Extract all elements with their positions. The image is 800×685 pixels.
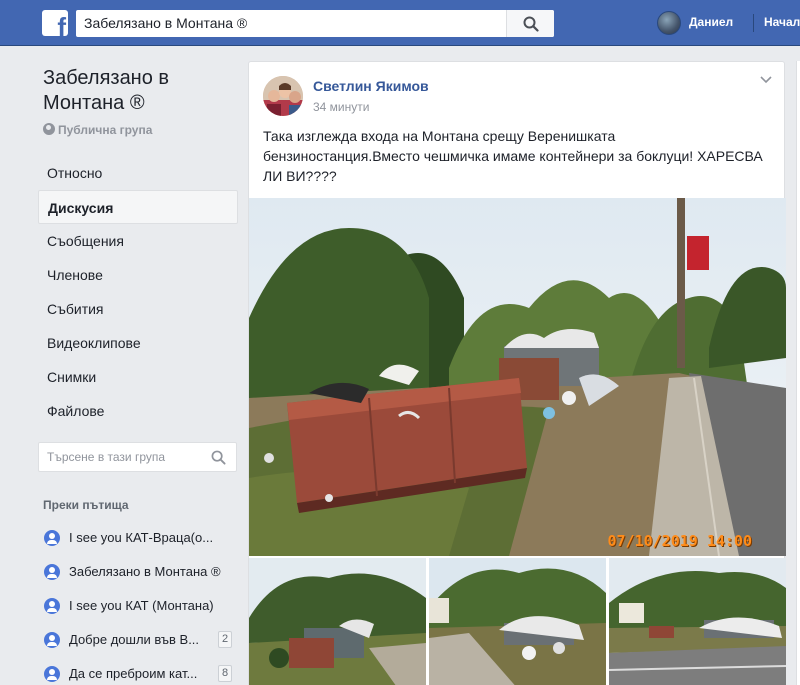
- post-photo-thumbnail[interactable]: [429, 558, 606, 685]
- shortcut-item[interactable]: I see you КАТ-Враца(о...: [38, 522, 238, 556]
- nav-item-discussion[interactable]: Дискусия: [38, 190, 238, 224]
- photo-date-stamp: 07/10/2019 14:00: [607, 532, 753, 550]
- shortcut-item[interactable]: Забелязано в Монтана ®: [38, 556, 238, 590]
- post-author-link[interactable]: Светлин Якимов: [313, 78, 429, 94]
- group-icon: [44, 666, 60, 682]
- group-icon: [44, 530, 60, 546]
- shortcut-label: Забелязано в Монтана ®: [69, 564, 221, 579]
- facebook-logo-icon[interactable]: f: [42, 10, 68, 36]
- author-avatar[interactable]: [263, 76, 303, 116]
- nav-item-files[interactable]: Файлове: [38, 394, 238, 428]
- right-column-edge: [796, 61, 800, 685]
- shortcut-list: I see you КАТ-Враца(о... Забелязано в Мо…: [38, 522, 238, 685]
- group-title[interactable]: Забелязано в Монтана ®: [43, 66, 233, 116]
- nav-item-members[interactable]: Членове: [38, 258, 238, 292]
- group-nav: Относно Дискусия Съобщения Членове Събит…: [38, 156, 238, 428]
- group-privacy-label: Публична група: [58, 123, 153, 137]
- dumpsters-thumbnail-2: [429, 558, 606, 685]
- shortcut-item[interactable]: I see you КАТ (Монтана): [38, 590, 238, 624]
- group-icon: [44, 632, 60, 648]
- dumpsters-thumbnail-1: [249, 558, 426, 685]
- search-icon[interactable]: [211, 450, 226, 465]
- post-card: Светлин Якимов 34 минути Така изглежда в…: [248, 61, 786, 685]
- search-icon: [523, 16, 539, 32]
- group-icon: [44, 598, 60, 614]
- shortcut-label: I see you КАТ (Монтана): [69, 598, 214, 613]
- user-name-link[interactable]: Даниел: [689, 15, 733, 29]
- nav-item-videos[interactable]: Видеоклипове: [38, 326, 238, 360]
- group-search: [38, 442, 237, 472]
- group-search-input[interactable]: [39, 443, 199, 471]
- dumpsters-thumbnail-3: [609, 558, 786, 685]
- shortcut-item[interactable]: Да се преброим кат... 8: [38, 658, 238, 685]
- shortcut-label: I see you КАТ-Враца(о...: [69, 530, 214, 545]
- top-navigation-bar: f Даниел Начало: [0, 0, 800, 46]
- shortcut-label: Да се преброим кат...: [69, 666, 198, 681]
- post-main-photo[interactable]: 07/10/2019 14:00: [249, 198, 786, 556]
- nav-divider: [753, 14, 754, 32]
- post-photo-thumbnail[interactable]: [609, 558, 786, 685]
- shortcuts-header: Преки пътища: [43, 498, 129, 512]
- post-timestamp[interactable]: 34 минути: [313, 100, 369, 114]
- chevron-down-icon[interactable]: [759, 75, 773, 85]
- nav-item-announcements[interactable]: Съобщения: [38, 224, 238, 258]
- global-search-input[interactable]: [76, 10, 506, 37]
- shortcut-item[interactable]: Добре дошли във В... 2: [38, 624, 238, 658]
- user-avatar[interactable]: [657, 11, 681, 35]
- globe-icon: [43, 123, 55, 135]
- author-avatar-image: [263, 76, 303, 116]
- notification-count-badge: 2: [218, 631, 233, 648]
- global-search: [76, 10, 554, 37]
- nav-item-about[interactable]: Относно: [38, 156, 238, 190]
- shortcut-label: Добре дошли във В...: [69, 632, 200, 647]
- group-privacy: Публична група: [43, 123, 152, 137]
- roadside-dumpsters-photo: [249, 198, 786, 556]
- notification-count-badge: 8: [218, 665, 233, 682]
- post-photo-thumbnail[interactable]: [249, 558, 426, 685]
- group-icon: [44, 564, 60, 580]
- nav-item-photos[interactable]: Снимки: [38, 360, 238, 394]
- post-text: Така изглежда входа на Монтана срещу Вер…: [263, 128, 763, 184]
- nav-item-events[interactable]: Събития: [38, 292, 238, 326]
- home-link[interactable]: Начало: [764, 15, 800, 29]
- search-button[interactable]: [506, 10, 554, 37]
